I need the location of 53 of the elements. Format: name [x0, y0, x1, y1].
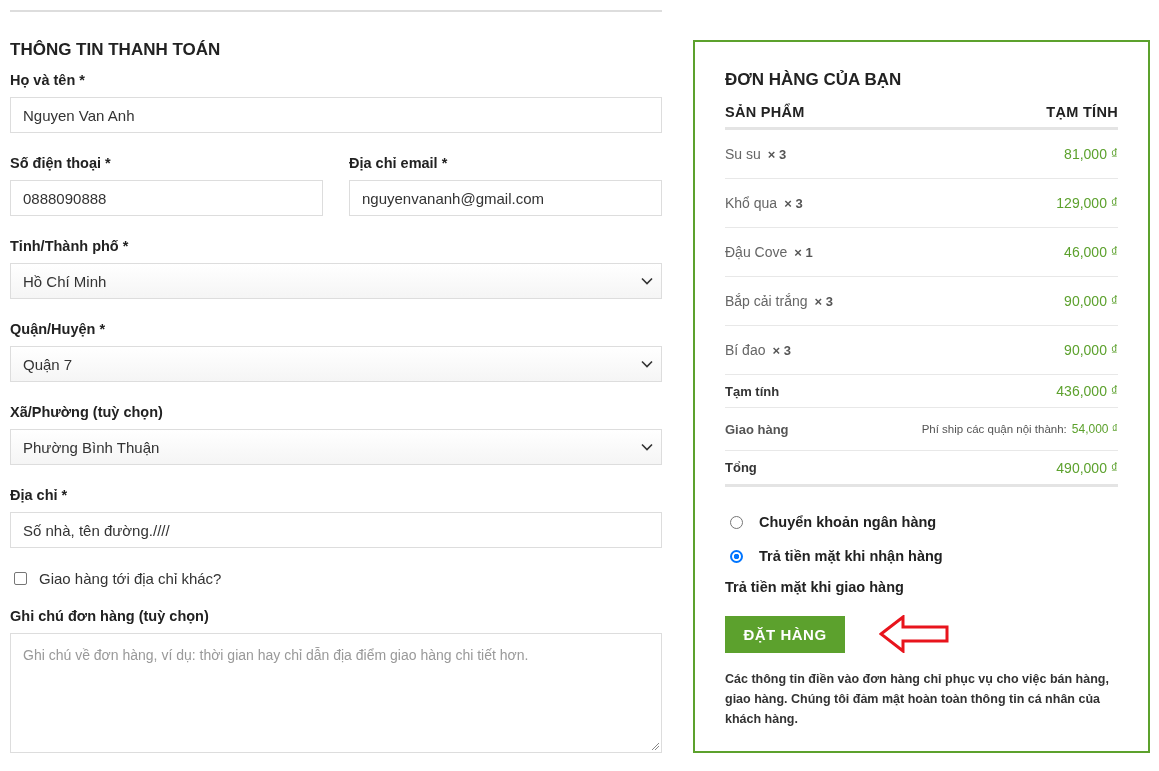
select-field[interactable]: Quận 7 — [10, 346, 662, 382]
product-quantity: × 3 — [784, 195, 803, 211]
column-header: SẢN PHẨM — [725, 104, 805, 120]
privacy-note: Các thông tin điền vào đơn hàng chỉ phục vụ cho việc bán hàng, giao hàng. Chúng tôi đảm mật hoàn toàn thông tin cá nhân của khách hàng. — [725, 671, 1110, 728]
payment-option-label[interactable]: Chuyển khoản ngân hàng — [759, 514, 937, 530]
total-label: Giao hàng — [725, 421, 789, 437]
chevron-down-icon — [641, 277, 653, 285]
select-field[interactable]: Hồ Chí Minh — [10, 263, 662, 299]
input-field[interactable]: Số nhà, tên đường.//// — [10, 512, 662, 548]
product-name: Khổ qua — [725, 195, 778, 211]
product-price: 46,000 ₫ — [1064, 244, 1118, 260]
total-price: 436,000 ₫ — [1056, 383, 1118, 399]
billing-heading: THÔNG TIN THANH TOÁN — [10, 40, 222, 60]
total-price: 54,000 ₫ — [1071, 422, 1118, 436]
product-quantity: × 3 — [772, 342, 791, 358]
total-price: 490,000 ₫ — [1056, 459, 1118, 476]
field-label: Xã/Phường (tuỳ chọn) — [10, 404, 164, 422]
field-label: Họ và tên * — [10, 72, 86, 90]
product-quantity: × 1 — [794, 244, 813, 260]
chevron-down-icon — [641, 360, 653, 368]
payment-option-label[interactable]: Trả tiền mặt khi nhận hàng — [759, 548, 943, 564]
resize-grip-icon — [651, 742, 659, 750]
shipping-note: Phí ship các quận nội thành: — [921, 423, 1067, 435]
input-field[interactable]: nguyenvananh@gmail.com — [349, 180, 662, 216]
product-quantity: × 3 — [814, 293, 833, 309]
field-label: Tỉnh/Thành phố * — [10, 238, 130, 256]
product-name: Đậu Cove — [725, 244, 788, 260]
field-label: Số điện thoại * — [10, 155, 112, 173]
field-label: Địa chỉ email * — [349, 155, 449, 173]
checkbox[interactable] — [14, 571, 27, 585]
select-field[interactable]: Phường Bình Thuận — [10, 429, 662, 465]
radio-button[interactable] — [730, 549, 743, 563]
product-name: Bí đao — [725, 342, 766, 358]
product-price: 129,000 ₫ — [1056, 195, 1118, 211]
order-heading: ĐƠN HÀNG CỦA BẠN — [725, 70, 903, 90]
product-name: Bắp cải trắng — [725, 293, 808, 309]
total-label: Tổng — [725, 460, 757, 475]
product-price: 90,000 ₫ — [1064, 293, 1118, 309]
product-name: Su su — [725, 146, 761, 162]
input-field[interactable]: 0888090888 — [10, 180, 323, 216]
product-price: 90,000 ₫ — [1064, 342, 1118, 358]
product-quantity: × 3 — [767, 146, 787, 162]
input-field[interactable]: Nguyen Van Anh — [10, 97, 662, 133]
total-label: Tạm tính — [725, 383, 780, 399]
field-label: Ghi chú đơn hàng (tuỳ chọn) — [10, 608, 210, 626]
left-arrow-icon — [879, 615, 951, 653]
payment-note: Trả tiền mặt khi giao hàng — [725, 579, 905, 595]
checkbox-label[interactable]: Giao hàng tới địa chỉ khác? — [39, 569, 222, 587]
chevron-down-icon — [641, 443, 653, 451]
column-header: TẠM TÍNH — [1046, 104, 1118, 120]
field-label: Địa chỉ * — [10, 487, 69, 505]
field-label: Quận/Huyện * — [10, 321, 107, 339]
product-price: 81,000 ₫ — [1064, 146, 1118, 162]
